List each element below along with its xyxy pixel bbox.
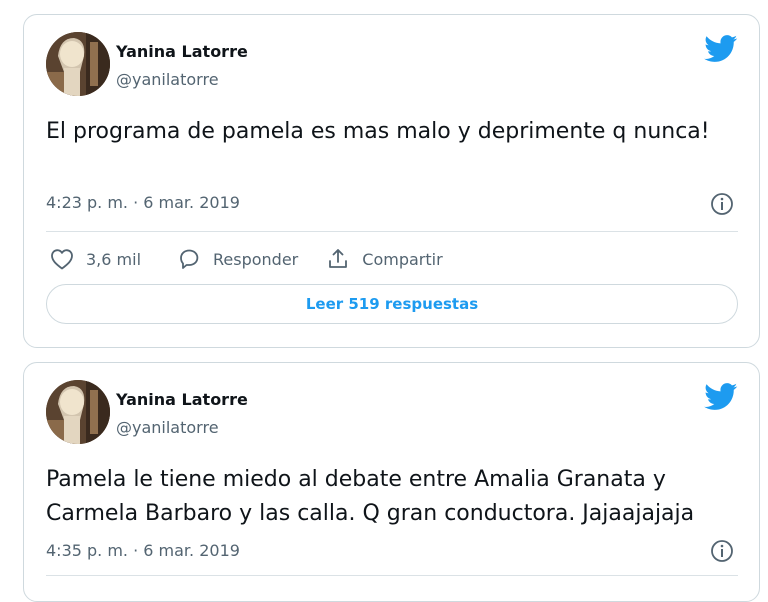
tweet-text: El programa de pamela es mas malo y depr… (46, 119, 710, 144)
divider (46, 575, 738, 576)
tweet-text: Pamela le tiene miedo al debate entre Am… (46, 467, 695, 526)
like-count: 3,6 mil (86, 249, 142, 269)
author-handle[interactable]: @yanilatorre (116, 70, 219, 89)
author-name[interactable]: Yanina Latorre (116, 42, 248, 61)
share-icon (329, 249, 348, 268)
avatar[interactable] (46, 380, 110, 444)
tweet-actions: 3,6 mil Responder Compartir (50, 243, 443, 275)
share-button[interactable]: Compartir (326, 247, 443, 271)
info-icon[interactable] (710, 539, 734, 563)
reply-button[interactable]: Responder (177, 247, 298, 271)
author-handle[interactable]: @yanilatorre (116, 418, 219, 437)
author-name[interactable]: Yanina Latorre (116, 390, 248, 409)
heart-icon (51, 249, 73, 270)
twitter-bird-icon[interactable] (704, 35, 738, 63)
speech-bubble-icon (180, 249, 199, 269)
share-label: Compartir (362, 249, 443, 269)
tweet-card[interactable]: Yanina Latorre @yanilatorre Pamela le ti… (23, 362, 760, 602)
avatar[interactable] (46, 32, 110, 96)
reply-label: Responder (213, 249, 299, 269)
divider (46, 231, 738, 232)
tweet-timestamp[interactable]: 4:35 p. m. · 6 mar. 2019 (46, 541, 240, 560)
read-replies-button[interactable]: Leer 519 respuestas (46, 284, 738, 324)
info-icon[interactable] (710, 192, 734, 216)
twitter-bird-icon[interactable] (704, 383, 738, 411)
tweet-card[interactable]: Yanina Latorre @yanilatorre El programa … (23, 14, 760, 348)
like-button[interactable]: 3,6 mil (50, 248, 141, 270)
tweet-timestamp[interactable]: 4:23 p. m. · 6 mar. 2019 (46, 193, 240, 212)
